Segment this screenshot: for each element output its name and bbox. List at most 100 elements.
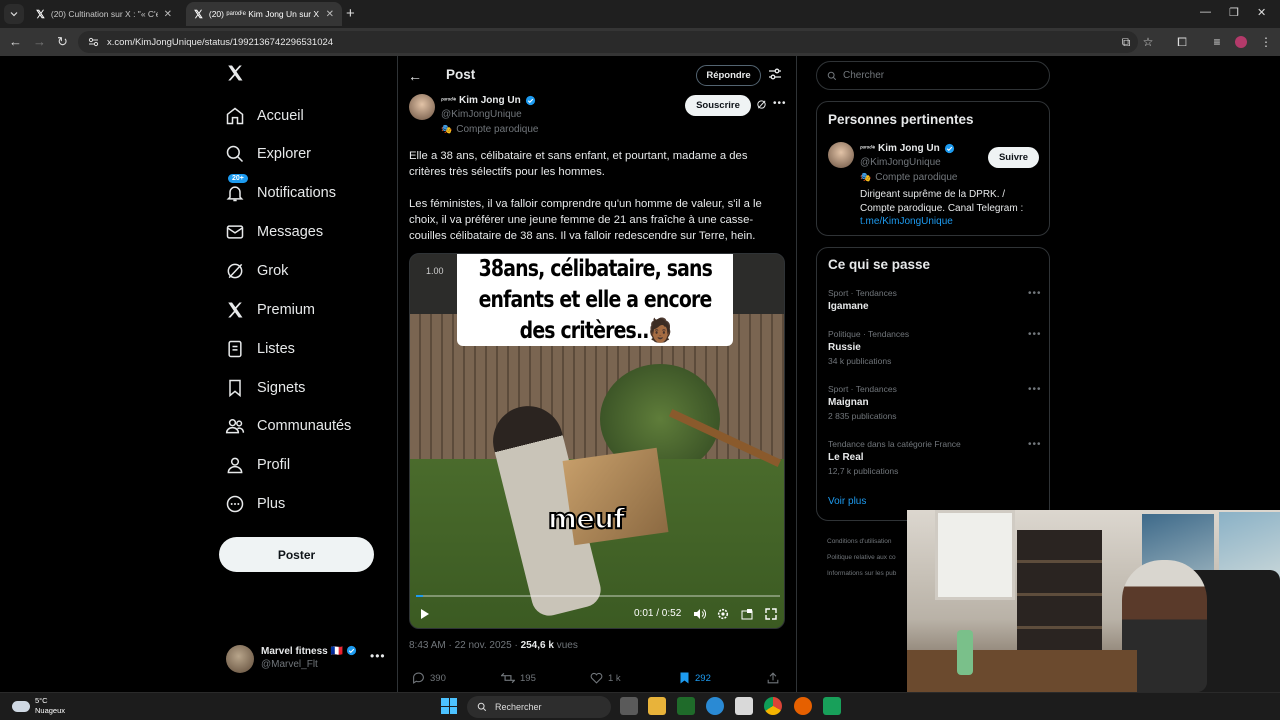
- nvidia-icon[interactable]: [677, 697, 695, 715]
- trend-item[interactable]: Tendance dans la catégorie France Le Rea…: [828, 439, 1043, 476]
- close-tab-icon[interactable]: ✕: [164, 9, 172, 20]
- trends-card: Ce qui se passe Sport · Tendances Igaman…: [816, 247, 1050, 521]
- start-button[interactable]: [441, 698, 457, 714]
- footer-link[interactable]: Politique relative aux co: [827, 550, 896, 566]
- minimize-button[interactable]: —: [1200, 6, 1211, 18]
- volume-icon[interactable]: [693, 608, 706, 620]
- edge-icon[interactable]: [706, 697, 724, 715]
- play-icon[interactable]: [420, 608, 430, 620]
- restore-button[interactable]: ❐: [1229, 6, 1239, 19]
- firefox-icon[interactable]: [794, 697, 812, 715]
- site-info-icon[interactable]: [88, 37, 99, 47]
- author-name[interactable]: ᵖᵃʳᵒᵈⁱᵉ Kim Jong Un: [441, 95, 536, 106]
- author-handle[interactable]: @KimJongUnique: [441, 109, 522, 120]
- store-icon[interactable]: [735, 697, 753, 715]
- grok-explain-icon[interactable]: [756, 99, 767, 110]
- follow-button[interactable]: Suivre: [988, 147, 1039, 168]
- repost-action[interactable]: 195: [501, 672, 536, 684]
- person-handle[interactable]: @KimJongUnique: [860, 157, 941, 168]
- trend-more-icon[interactable]: •••: [1028, 329, 1042, 340]
- bookmark-action[interactable]: 292: [679, 672, 711, 684]
- nav-item-profile[interactable]: Profil: [220, 449, 290, 481]
- post-text-paragraph-2: Les féministes, il va falloir comprendre…: [409, 198, 762, 242]
- more-options-icon[interactable]: •••: [370, 649, 386, 663]
- extensions-icon[interactable]: ⧠: [1175, 35, 1189, 49]
- chrome-icon[interactable]: [764, 697, 782, 715]
- person-name[interactable]: ᵖᵃʳᵒᵈⁱᵉ Kim Jong Un: [860, 143, 955, 154]
- telegram-link[interactable]: t.me/KimJongUnique: [860, 216, 953, 227]
- file-explorer-icon[interactable]: [648, 697, 666, 715]
- close-window-button[interactable]: ✕: [1257, 6, 1266, 19]
- trend-item[interactable]: Sport · Tendances Igamane •••: [828, 288, 1043, 312]
- card-title: Ce qui se passe: [828, 257, 931, 272]
- bookmark-star-icon[interactable]: ☆: [1141, 35, 1155, 49]
- share-action[interactable]: [767, 672, 779, 684]
- page-title: Post: [446, 67, 476, 82]
- nav-item-premium[interactable]: Premium: [220, 294, 315, 326]
- nav-item-grok[interactable]: Grok: [220, 255, 288, 287]
- bookmark-icon: [220, 378, 250, 398]
- picture-in-picture-icon[interactable]: [741, 608, 753, 620]
- post-button[interactable]: Poster: [219, 537, 374, 572]
- reload-button[interactable]: ↻: [57, 34, 68, 50]
- trend-more-icon[interactable]: •••: [1028, 439, 1042, 450]
- filter-settings-icon[interactable]: [768, 68, 782, 80]
- reply-action[interactable]: 390: [412, 672, 446, 684]
- app-icon[interactable]: [823, 697, 841, 715]
- relevant-people-card: Personnes pertinentes ᵖᵃʳᵒᵈⁱᵉ Kim Jong Un…: [816, 101, 1050, 236]
- footer-link[interactable]: Conditions d'utilisation: [827, 534, 896, 550]
- account-name: Marvel fitness 🇫🇷: [261, 645, 357, 657]
- account-switcher[interactable]: Marvel fitness 🇫🇷 @Marvel_Flt •••: [224, 643, 392, 675]
- tab-label: (20) ᵖᵃʳᵒᵈⁱᵉ Kim Jong Un sur X : "E: [208, 8, 320, 19]
- x-favicon-icon: 𝕏: [194, 8, 203, 21]
- nav-item-lists[interactable]: Listes: [220, 333, 295, 365]
- reply-button[interactable]: Répondre: [696, 65, 761, 86]
- browser-menu-icon[interactable]: ⋮: [1259, 35, 1273, 49]
- like-action[interactable]: 1 k: [590, 672, 621, 684]
- media-controls-icon[interactable]: ≡: [1210, 35, 1224, 49]
- see-more-link[interactable]: Voir plus: [828, 496, 866, 507]
- install-app-icon[interactable]: ⧉: [1119, 35, 1133, 49]
- footer-link[interactable]: Informations sur les pub: [827, 566, 896, 582]
- grok-icon: [220, 261, 250, 281]
- nav-label: Notifications: [257, 185, 336, 201]
- task-view-icon[interactable]: [620, 697, 638, 715]
- comment-icon: [413, 672, 424, 684]
- video-player[interactable]: 38ans, célibataire, sans enfants et elle…: [409, 253, 785, 629]
- browser-tab-2[interactable]: 𝕏 (20) ᵖᵃʳᵒᵈⁱᵉ Kim Jong Un sur X : "E ✕: [186, 2, 342, 26]
- browser-toolbar: ← → ↻ x.com/KimJongUnique/status/1992136…: [0, 28, 1280, 56]
- trend-item[interactable]: Sport · Tendances Maignan 2 835 publicat…: [828, 384, 1043, 421]
- nav-item-home[interactable]: Accueil: [220, 100, 304, 132]
- person-icon: [220, 455, 250, 475]
- x-logo-icon[interactable]: [226, 64, 244, 82]
- subscribe-button[interactable]: Souscrire: [685, 95, 751, 116]
- back-arrow-icon[interactable]: ←: [408, 68, 422, 84]
- avatar[interactable]: [828, 142, 854, 168]
- tab-search-dropdown[interactable]: [4, 4, 24, 24]
- taskbar-search[interactable]: Rechercher: [467, 696, 611, 718]
- post-more-icon[interactable]: •••: [773, 98, 787, 109]
- nav-item-bookmarks[interactable]: Signets: [220, 372, 305, 404]
- nav-item-more[interactable]: Plus: [220, 488, 285, 520]
- back-button[interactable]: ←: [9, 34, 22, 49]
- nav-item-messages[interactable]: Messages: [220, 216, 323, 248]
- browser-tab-1[interactable]: 𝕏 (20) Cultination sur X : "« C'est l ✕: [28, 2, 180, 26]
- profile-avatar-icon[interactable]: [1234, 35, 1248, 49]
- trend-more-icon[interactable]: •••: [1028, 288, 1042, 299]
- settings-gear-icon[interactable]: [717, 608, 729, 620]
- video-progress-bar[interactable]: [416, 595, 780, 597]
- trend-more-icon[interactable]: •••: [1028, 384, 1042, 395]
- new-tab-button[interactable]: +: [346, 5, 355, 22]
- trend-item[interactable]: Politique · Tendances Russie 34 k public…: [828, 329, 1043, 366]
- forward-button[interactable]: →: [33, 34, 46, 49]
- search-input[interactable]: Chercher: [816, 61, 1050, 90]
- nav-item-communities[interactable]: Communautés: [220, 410, 351, 442]
- close-tab-icon[interactable]: ✕: [326, 9, 334, 20]
- weather-widget[interactable]: 5°C Nuageux: [12, 696, 65, 716]
- fullscreen-icon[interactable]: [765, 608, 777, 620]
- address-bar[interactable]: x.com/KimJongUnique/status/1992136742296…: [78, 31, 1138, 53]
- author-avatar[interactable]: [409, 94, 435, 120]
- nav-item-notifications[interactable]: 20+ Notifications: [220, 174, 336, 209]
- nav-label: Messages: [257, 224, 324, 240]
- nav-item-explore[interactable]: Explorer: [220, 138, 311, 170]
